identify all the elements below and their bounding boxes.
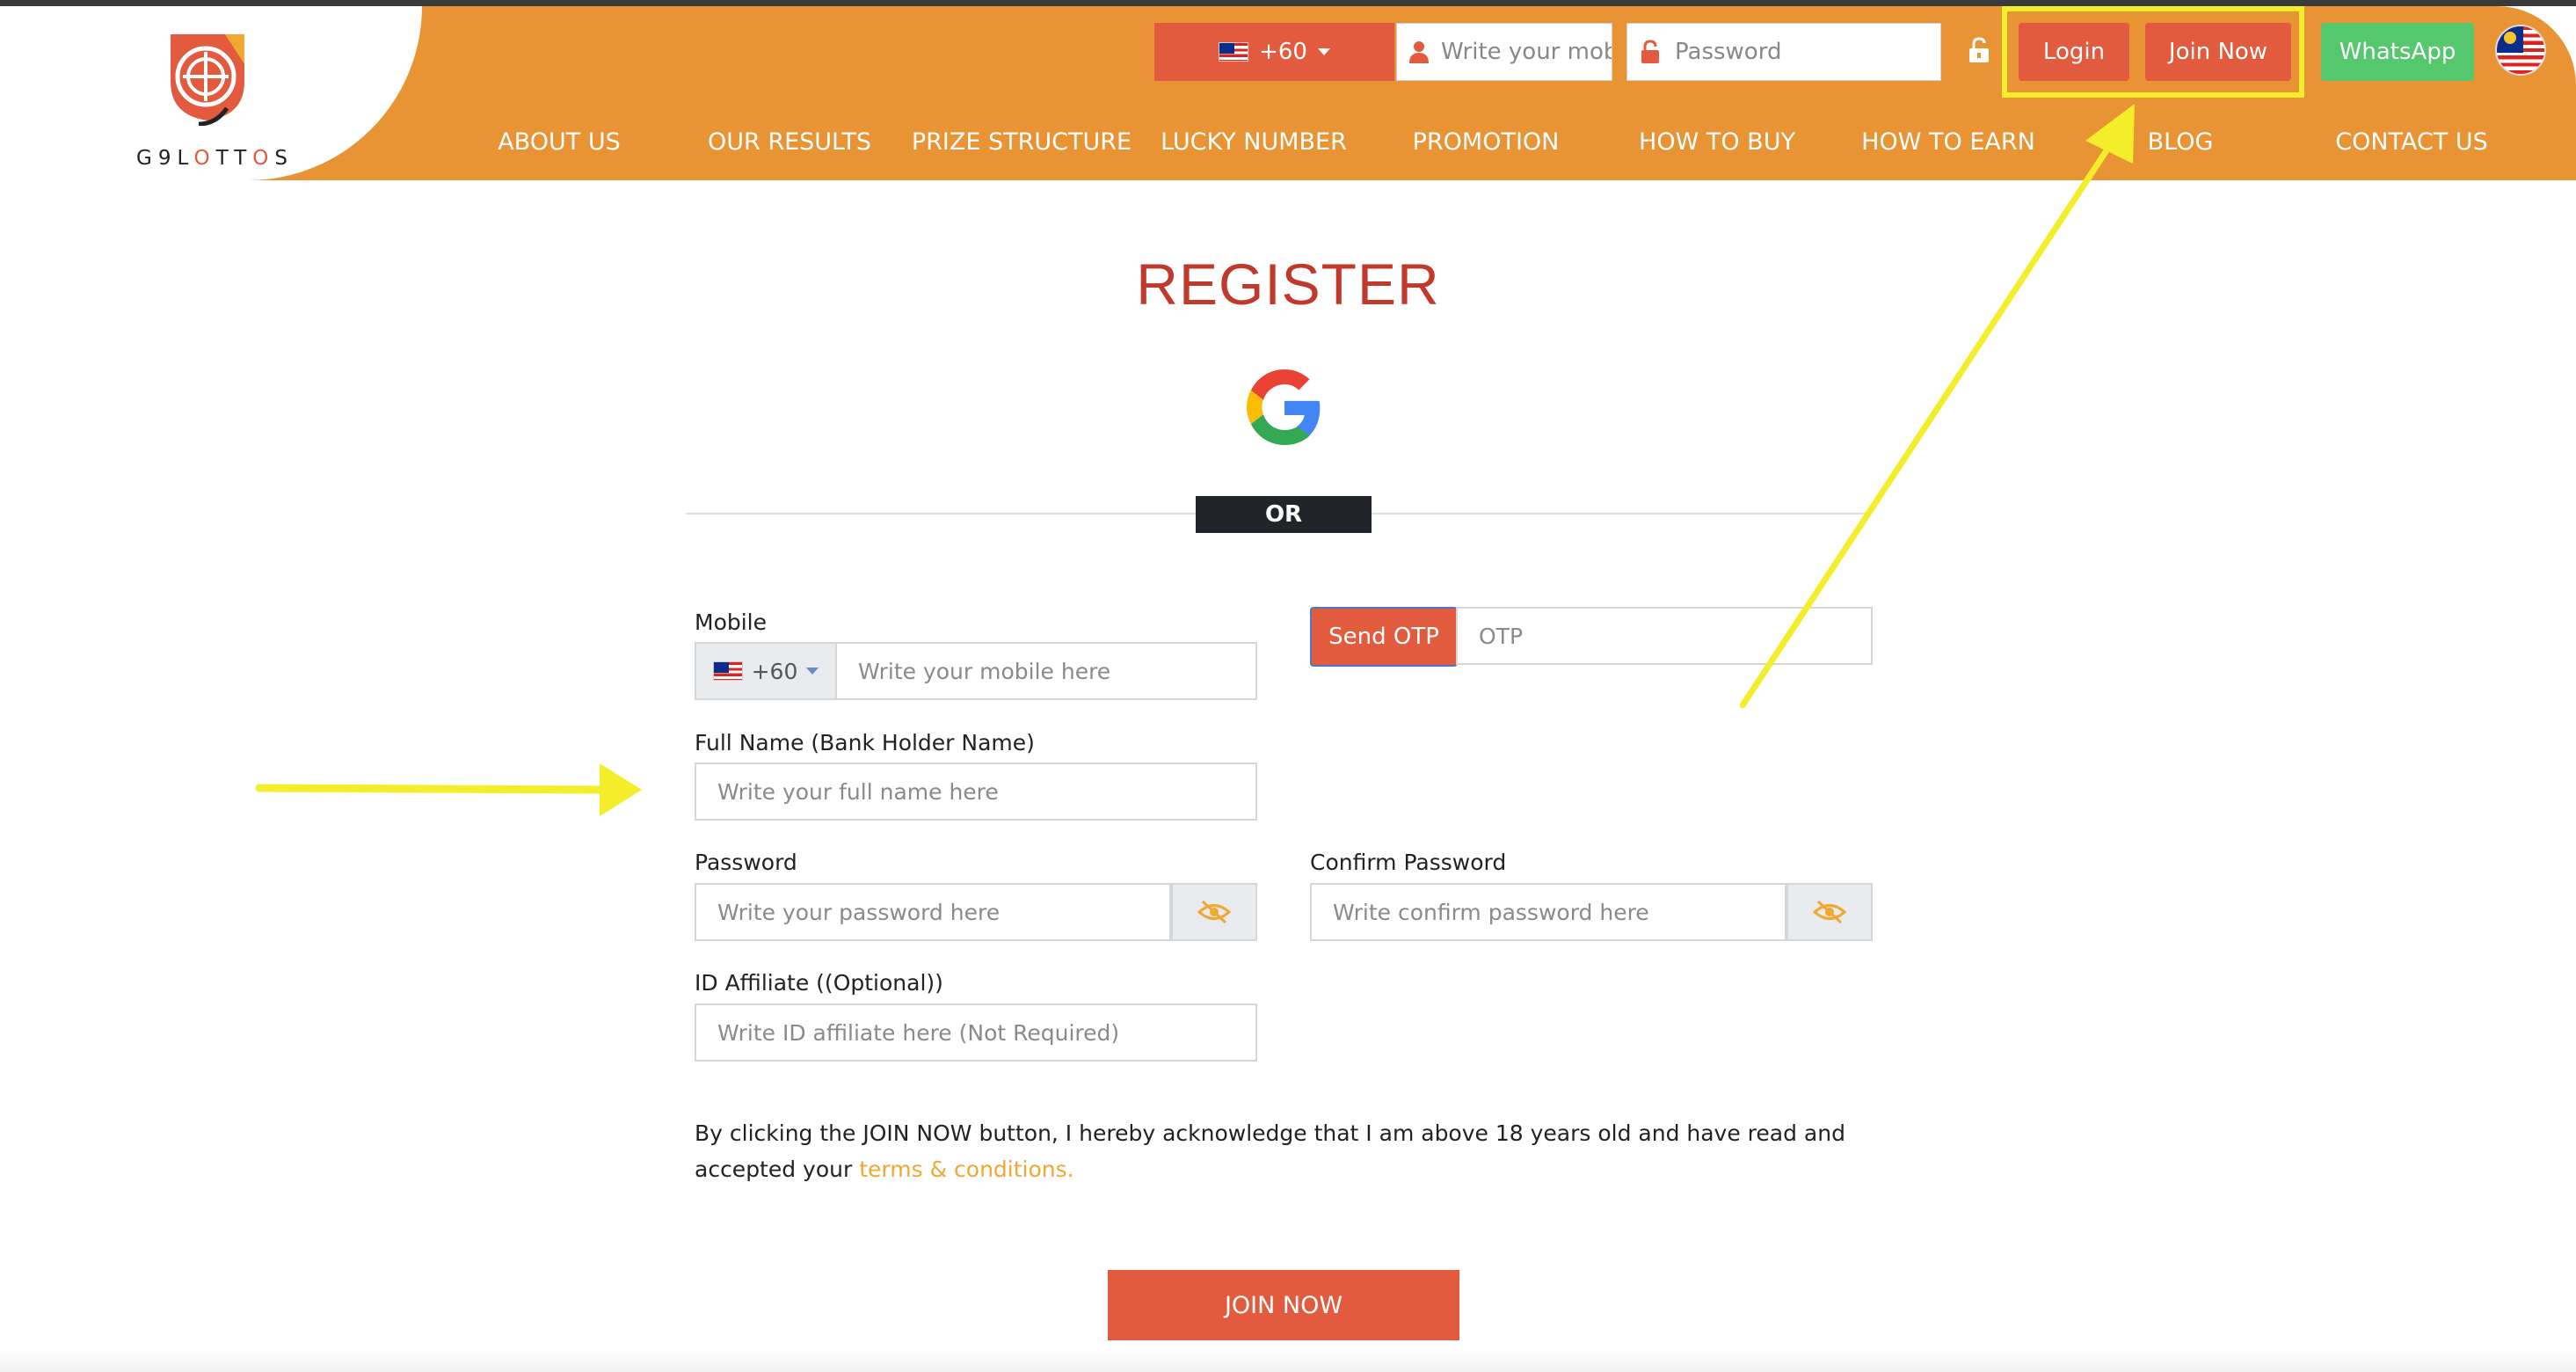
join-now-submit-label: JOIN NOW <box>1224 1291 1343 1319</box>
header-password-placeholder: Password <box>1675 39 1782 65</box>
country-code-value: +60 <box>1259 39 1307 65</box>
affiliate-input[interactable]: Write ID affiliate here (Not Required) <box>695 1003 1257 1062</box>
nav-about-us[interactable]: ABOUT US <box>498 128 621 156</box>
confirm-password-visibility-toggle[interactable] <box>1786 883 1873 941</box>
terms-notice: By clicking the JOIN NOW button, I hereb… <box>695 1115 1890 1187</box>
password-input[interactable]: Write your password here <box>695 883 1171 941</box>
caret-down-icon <box>806 668 819 675</box>
otp-input[interactable]: OTP <box>1456 607 1873 665</box>
affiliate-label: ID Affiliate ((Optional)) <box>695 970 943 996</box>
register-title: REGISTER <box>1136 252 1440 317</box>
lock-red-icon <box>1641 40 1659 63</box>
mobile-placeholder: Write your mobile here <box>858 658 1111 684</box>
window-top-strip <box>0 0 2576 6</box>
whatsapp-label: WhatsApp <box>2339 39 2456 65</box>
fullname-placeholder: Write your full name here <box>717 778 999 805</box>
password-placeholder: Write your password here <box>717 899 1001 925</box>
annotation-highlight-box <box>2002 6 2304 98</box>
unlock-icon[interactable] <box>1968 37 1990 63</box>
confirm-password-input[interactable]: Write confirm password here <box>1310 883 1786 941</box>
mobile-input[interactable]: Write your mobile here <box>835 642 1257 700</box>
confirm-password-placeholder: Write confirm password here <box>1333 899 1649 925</box>
password-label: Password <box>695 850 797 875</box>
malaysia-flag-icon <box>712 661 743 681</box>
nav-how-to-buy[interactable]: HOW TO BUY <box>1639 128 1795 156</box>
malaysia-flag-icon <box>1219 42 1249 62</box>
header-country-code-select[interactable]: +60 <box>1154 23 1394 81</box>
send-otp-label: Send OTP <box>1328 624 1439 650</box>
user-icon <box>1409 41 1429 63</box>
logo-badge-icon <box>171 34 244 126</box>
main-nav: ABOUT US OUR RESULTS PRIZE STRUCTURE LUC… <box>0 114 2576 167</box>
bottom-shadow <box>0 1350 2576 1372</box>
nav-prize-structure[interactable]: PRIZE STRUCTURE <box>912 128 1132 156</box>
google-icon[interactable] <box>1247 369 1322 445</box>
nav-our-results[interactable]: OUR RESULTS <box>708 128 871 156</box>
password-visibility-toggle[interactable] <box>1171 883 1257 941</box>
whatsapp-button[interactable]: WhatsApp <box>2321 23 2474 81</box>
nav-promotion[interactable]: PROMOTION <box>1413 128 1560 156</box>
header-password-input[interactable]: Password <box>1626 23 1941 81</box>
caret-down-icon <box>1317 48 1330 55</box>
mobile-code-value: +60 <box>751 658 798 684</box>
affiliate-placeholder: Write ID affiliate here (Not Required) <box>717 1019 1120 1046</box>
terms-link[interactable]: terms & conditions. <box>859 1157 1073 1182</box>
send-otp-button[interactable]: Send OTP <box>1310 607 1458 667</box>
confirm-password-label: Confirm Password <box>1310 850 1507 875</box>
mobile-country-code-select[interactable]: +60 <box>695 642 837 700</box>
mobile-label: Mobile <box>695 609 768 635</box>
nav-lucky-number[interactable]: LUCKY NUMBER <box>1161 128 1347 156</box>
page: G9LOTTOS +60 Write your mobile here Pass… <box>0 0 2576 1372</box>
eye-slash-icon <box>1197 900 1231 924</box>
header-mobile-placeholder: Write your mobile here <box>1441 39 1612 65</box>
otp-placeholder: OTP <box>1479 623 1524 649</box>
language-flag-icon[interactable] <box>2495 25 2546 76</box>
fullname-input[interactable]: Write your full name here <box>695 763 1257 821</box>
annotation-arrow-left <box>255 763 642 816</box>
nav-contact-us[interactable]: CONTACT US <box>2335 128 2488 156</box>
header-mobile-input[interactable]: Write your mobile here <box>1396 23 1612 81</box>
join-now-submit-button[interactable]: JOIN NOW <box>1108 1270 1459 1340</box>
nav-blog[interactable]: BLOG <box>2148 128 2214 156</box>
nav-how-to-earn[interactable]: HOW TO EARN <box>1861 128 2035 156</box>
or-badge: OR <box>1196 496 1372 533</box>
eye-slash-icon <box>1813 900 1846 924</box>
fullname-label: Full Name (Bank Holder Name) <box>695 730 1035 755</box>
